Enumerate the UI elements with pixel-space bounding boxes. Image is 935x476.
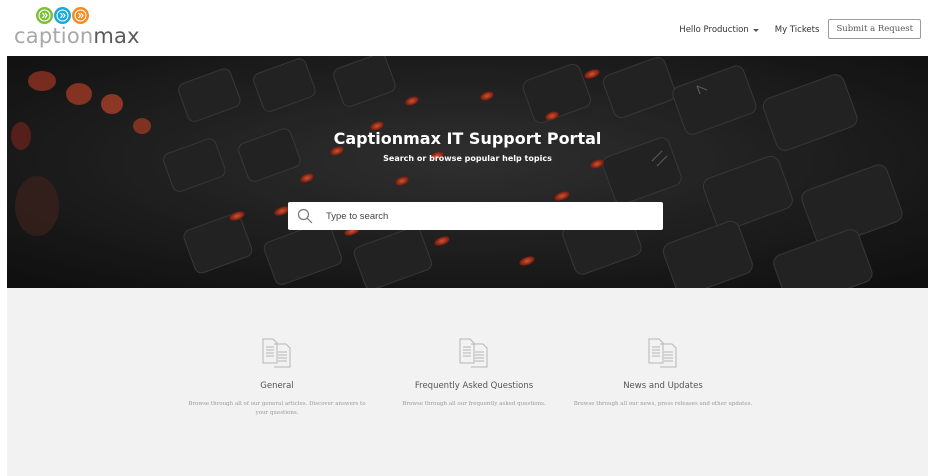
logo-text-max: max bbox=[93, 24, 140, 48]
page-title: Captionmax IT Support Portal bbox=[333, 129, 602, 148]
document-icon bbox=[648, 338, 677, 368]
keyboard-background-image bbox=[7, 56, 928, 288]
search-icon bbox=[297, 208, 313, 224]
user-menu-dropdown[interactable]: Hello Production bbox=[679, 25, 759, 35]
category-description: Browse through all our frequently asked … bbox=[402, 401, 546, 407]
search-box[interactable] bbox=[288, 202, 663, 230]
site-header: captionmax Hello Production My Tickets S… bbox=[0, 0, 935, 56]
chevron-down-icon bbox=[752, 28, 759, 32]
category-faq[interactable]: Frequently Asked Questions Browse throug… bbox=[379, 337, 569, 409]
category-description: Browse through all our news, press relea… bbox=[573, 401, 753, 407]
page-subtitle: Search or browse popular help topics bbox=[383, 154, 552, 163]
search-input[interactable] bbox=[326, 202, 656, 230]
logo-text-caption: caption bbox=[14, 24, 94, 48]
category-general[interactable]: General Browse through all of our genera… bbox=[182, 337, 372, 418]
logo-wordmark: captionmax bbox=[14, 24, 140, 48]
submit-request-button[interactable]: Submit a Request bbox=[828, 19, 921, 39]
my-tickets-link[interactable]: My Tickets bbox=[775, 25, 820, 35]
captionmax-logo[interactable]: captionmax bbox=[14, 7, 154, 49]
categories-section: General Browse through all of our genera… bbox=[7, 288, 928, 476]
category-title[interactable]: News and Updates bbox=[568, 381, 758, 391]
category-title[interactable]: General bbox=[182, 381, 372, 391]
logo-mark bbox=[36, 7, 89, 24]
hero-banner: Captionmax IT Support Portal Search or b… bbox=[7, 56, 928, 288]
category-title[interactable]: Frequently Asked Questions bbox=[379, 381, 569, 391]
category-news-updates[interactable]: News and Updates Browse through all our … bbox=[568, 337, 758, 409]
document-icon bbox=[459, 338, 488, 368]
logo-orange-circle-icon bbox=[72, 7, 89, 24]
logo-blue-circle-icon bbox=[54, 7, 71, 24]
user-menu-label: Hello Production bbox=[679, 25, 749, 35]
document-icon bbox=[262, 338, 291, 368]
top-nav: Hello Production My Tickets Submit a Req… bbox=[679, 19, 921, 39]
category-description: Browse through all of our general articl… bbox=[188, 401, 366, 416]
logo-green-circle-icon bbox=[36, 7, 53, 24]
